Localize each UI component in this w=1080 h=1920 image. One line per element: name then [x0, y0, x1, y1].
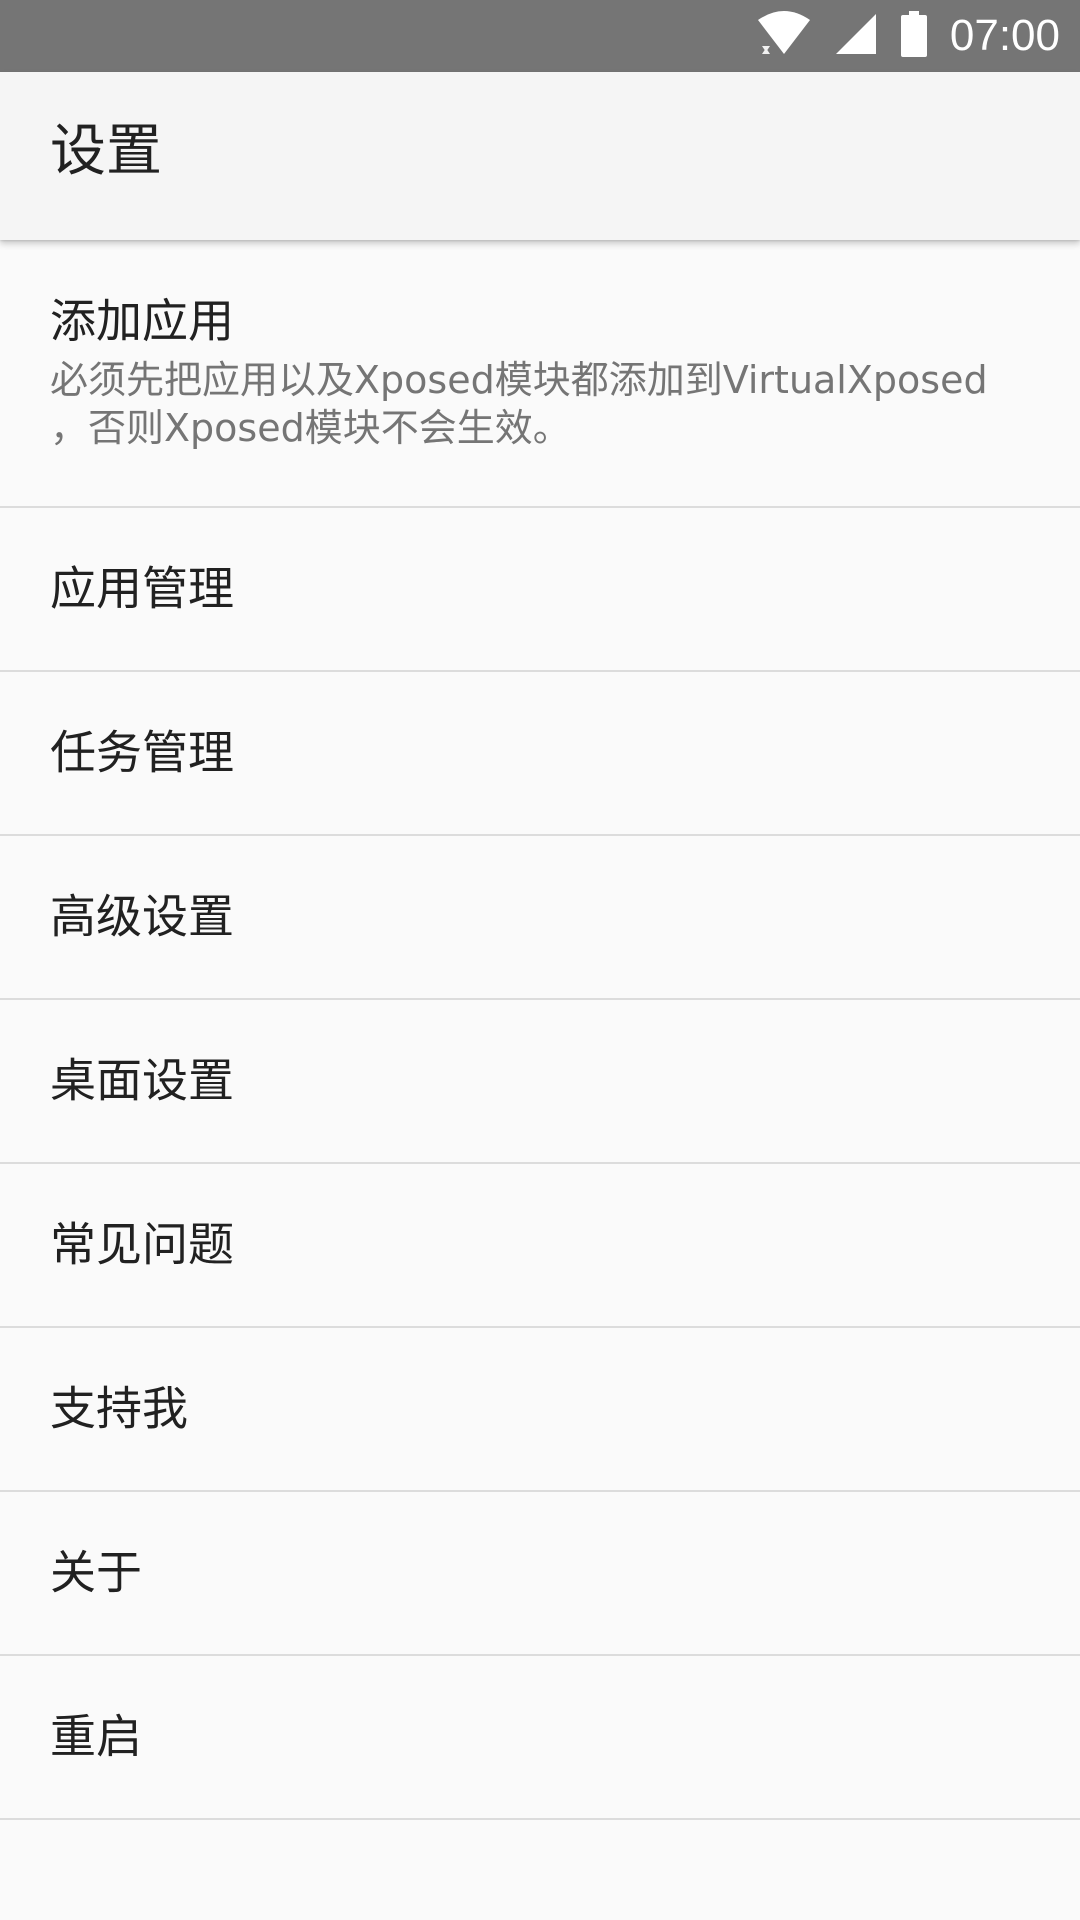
cell-signal-icon [834, 12, 878, 60]
settings-item-advanced-settings[interactable]: 高级设置 [0, 836, 1080, 1000]
settings-item-reboot[interactable]: 重启 [0, 1656, 1080, 1820]
settings-item-title: 重启 [50, 1709, 142, 1764]
settings-item-title: 任务管理 [50, 725, 234, 780]
settings-list: 添加应用 必须先把应用以及Xposed模块都添加到VirtualXposed ，… [0, 240, 1080, 1820]
settings-item-title: 桌面设置 [50, 1053, 234, 1108]
settings-item-support-me[interactable]: 支持我 [0, 1328, 1080, 1492]
settings-item-title: 支持我 [50, 1381, 188, 1436]
status-time: 07:00 [949, 11, 1060, 60]
settings-item-desktop-settings[interactable]: 桌面设置 [0, 1000, 1080, 1164]
settings-item-summary: 必须先把应用以及Xposed模块都添加到VirtualXposed ，否则Xpo… [50, 358, 988, 450]
settings-item-title: 常见问题 [50, 1217, 234, 1272]
settings-item-title: 关于 [50, 1545, 142, 1600]
wifi-icon [756, 10, 812, 62]
status-bar: 07:00 [0, 0, 1080, 72]
status-icons: 07:00 [756, 0, 1060, 72]
settings-item-add-app[interactable]: 添加应用 必须先把应用以及Xposed模块都添加到VirtualXposed ，… [0, 240, 1080, 508]
settings-item-title: 应用管理 [50, 561, 234, 616]
battery-icon [900, 11, 928, 61]
settings-item-about[interactable]: 关于 [0, 1492, 1080, 1656]
settings-item-app-management[interactable]: 应用管理 [0, 508, 1080, 672]
settings-item-title: 添加应用 [50, 294, 234, 348]
page-title: 设置 [50, 119, 162, 184]
settings-item-faq[interactable]: 常见问题 [0, 1164, 1080, 1328]
settings-item-title: 高级设置 [50, 889, 234, 944]
settings-item-task-management[interactable]: 任务管理 [0, 672, 1080, 836]
app-bar: 设置 [0, 72, 1080, 240]
